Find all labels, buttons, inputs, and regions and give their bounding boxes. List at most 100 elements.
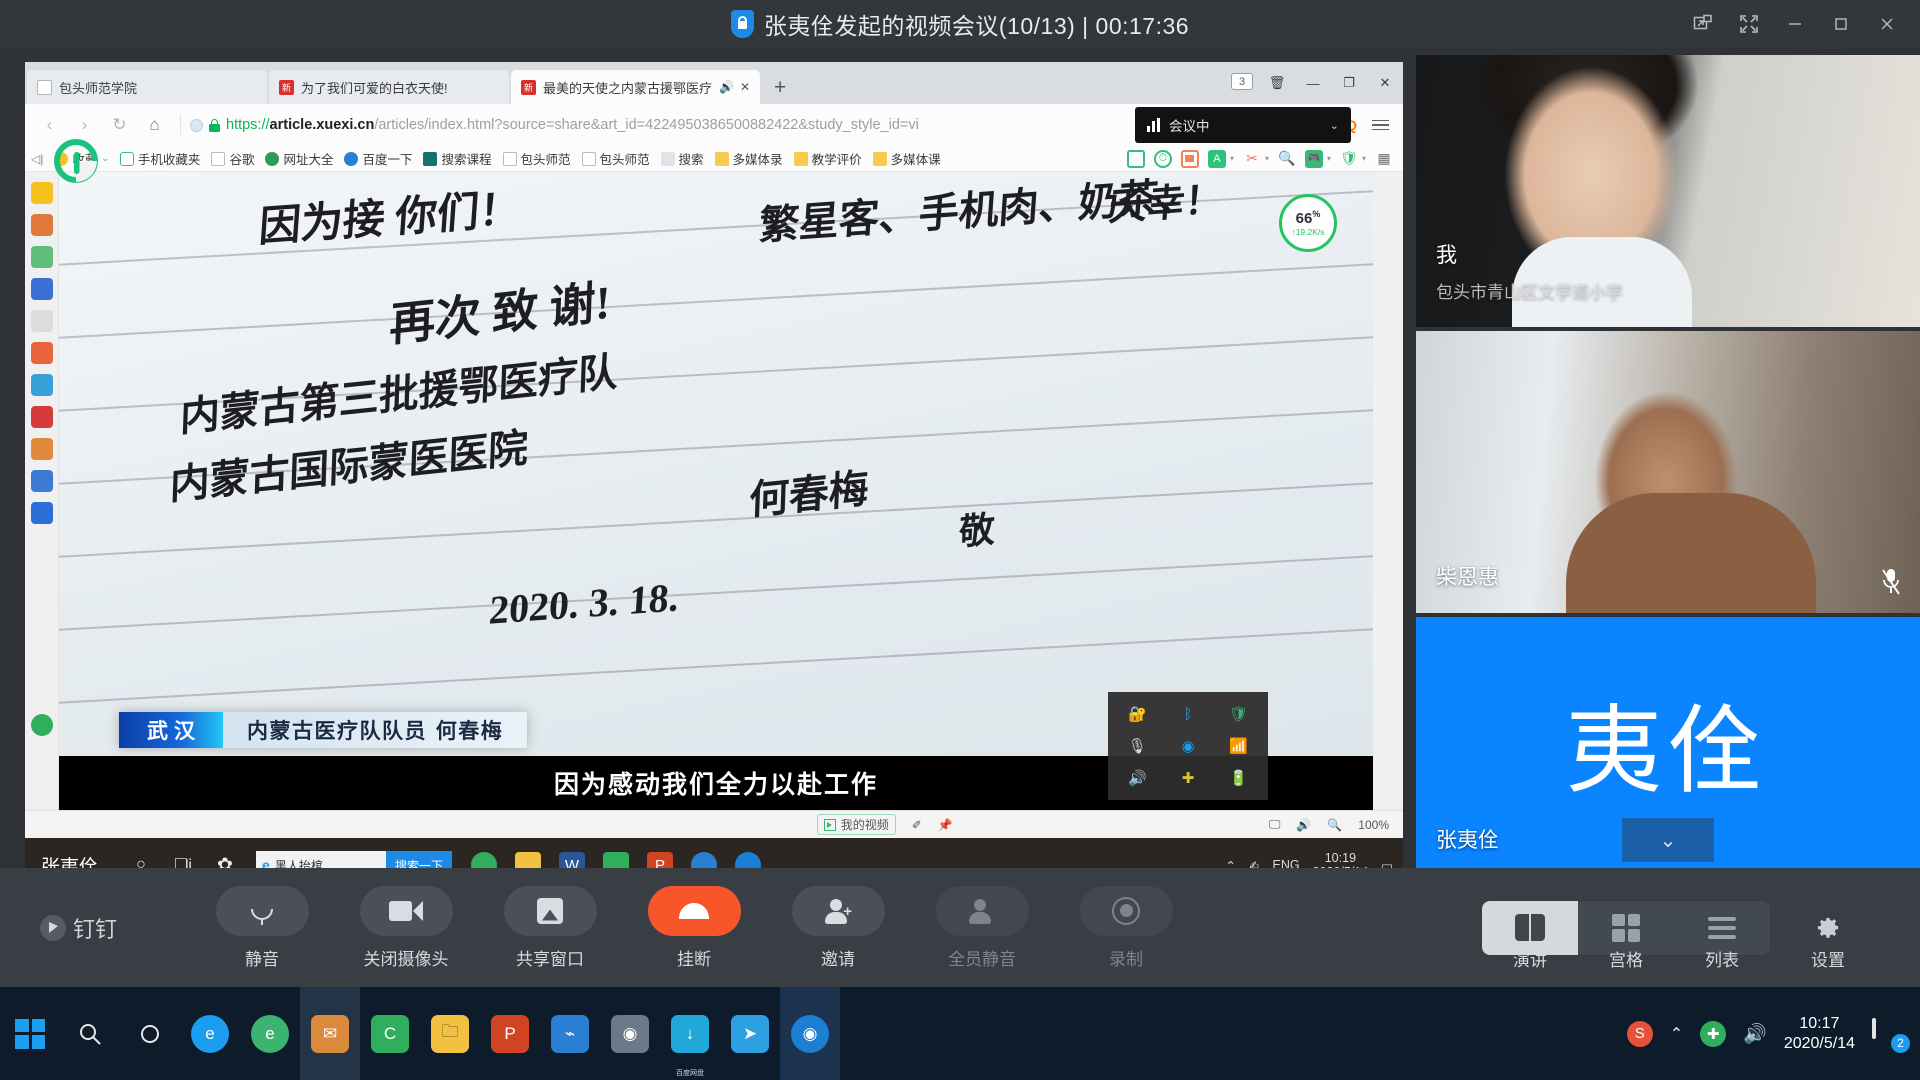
volume-icon[interactable]: 🔊 — [1128, 769, 1147, 787]
translate-icon[interactable]: A — [1207, 149, 1226, 168]
action-center-icon[interactable]: ▭ — [1381, 858, 1393, 869]
participant-tile[interactable]: 柴恩惠 — [1416, 331, 1920, 613]
shop-icon[interactable] — [30, 342, 53, 364]
browser-tab[interactable]: 为了我们可爱的白衣天使! — [269, 70, 509, 104]
tray-chevron-icon[interactable]: ⌃ — [1226, 858, 1236, 869]
tab-count-badge[interactable]: 3 — [1231, 73, 1253, 90]
volume-icon[interactable]: 🔊 — [1743, 1022, 1767, 1046]
hamburger-menu-icon[interactable] — [1365, 119, 1395, 131]
bookmark-item[interactable]: 包头师范 — [581, 149, 650, 168]
taskbar-app-explorer[interactable]: 🗀 — [420, 987, 480, 1080]
video-icon[interactable] — [30, 374, 53, 396]
page-scrollbar[interactable] — [1373, 172, 1403, 810]
bookmark-item[interactable]: 谷歌 — [211, 149, 254, 168]
chevron-down-icon[interactable]: ⌄ — [1330, 119, 1339, 132]
browser-close-icon[interactable]: ✕ — [1367, 62, 1403, 104]
task-view-icon[interactable]: ❏i — [162, 838, 204, 868]
magnifier-icon[interactable]: 🔍 — [1278, 150, 1296, 168]
windows-start-button[interactable] — [0, 987, 60, 1080]
gamepad-icon[interactable]: 🎮 — [1304, 149, 1323, 168]
browser-tab-active[interactable]: 最美的天使之内蒙古援鄂医疗 🔊 ✕ — [511, 70, 761, 104]
share-window-button[interactable]: 共享窗口 — [478, 885, 622, 970]
taskbar-app-powerpoint[interactable]: P — [480, 987, 540, 1080]
shield-green-icon[interactable]: 🛡 — [1229, 705, 1248, 723]
tv-icon[interactable] — [1180, 149, 1199, 168]
note-icon[interactable] — [1126, 149, 1145, 168]
action-center-icon[interactable]: 2 — [1872, 1017, 1910, 1053]
trash-icon[interactable]: 🗑 — [1259, 62, 1295, 104]
participant-tile[interactable]: 我 包头市青山区文学道小学 — [1416, 55, 1920, 327]
minimize-icon[interactable] — [1772, 0, 1818, 47]
invite-button[interactable]: + 邀请 — [766, 885, 910, 970]
taskbar-app-camera[interactable]: ◉ — [600, 987, 660, 1080]
sogou-ime-icon[interactable]: S — [1626, 1020, 1653, 1047]
bookmark-item[interactable]: 包头师范 — [502, 149, 571, 168]
scissors-icon[interactable]: ✂ — [1243, 150, 1261, 168]
pin-icon[interactable]: 📌 — [938, 818, 953, 832]
game-icon[interactable] — [30, 470, 53, 492]
close-icon[interactable] — [1864, 0, 1910, 47]
taskbar-app-wechat[interactable]: ✉ — [300, 987, 360, 1080]
shield-icon[interactable]: 🛡 — [1340, 150, 1358, 168]
back-button[interactable]: ‹ — [33, 110, 66, 140]
battery-icon[interactable]: 🔋 — [1229, 769, 1248, 787]
hangup-button[interactable]: 挂断 — [622, 885, 766, 970]
taskbar-app-edge[interactable]: e — [180, 987, 240, 1080]
cortana-icon[interactable]: ○ — [120, 838, 162, 868]
bookmark-folder[interactable]: 多媒体录 — [714, 149, 783, 168]
taskbar-app-netdisk[interactable]: ↓ 百度网盘 — [660, 987, 720, 1080]
taskbar-app-explorer[interactable] — [506, 838, 550, 868]
language-indicator[interactable]: ENG — [1272, 858, 1299, 868]
address-bar[interactable]: https://article.xuexi.cn/articles/index.… — [190, 117, 1246, 133]
favorites-star-icon[interactable] — [30, 182, 53, 204]
app-pinwheel-icon[interactable]: ✿ — [204, 838, 246, 869]
tab-audio-icon[interactable]: 🔊 — [719, 80, 734, 94]
tab-close-icon[interactable]: ✕ — [740, 80, 750, 94]
windows-clock[interactable]: 10:17 2020/5/14 — [1784, 1014, 1855, 1054]
more-apps-icon[interactable] — [30, 502, 53, 524]
browser-minimize-icon[interactable]: — — [1295, 62, 1331, 104]
taskbar-search-button[interactable] — [60, 987, 120, 1080]
tray-chevron-icon[interactable]: ⌃ — [1670, 1024, 1683, 1044]
taskbar-app-dingtalk[interactable] — [726, 838, 770, 868]
mute-button[interactable]: 静音 — [190, 885, 334, 970]
taskbar-app-browser-360[interactable]: e — [240, 987, 300, 1080]
apps-grid-icon[interactable]: ▦ — [1375, 150, 1393, 168]
new-tab-button[interactable]: + — [762, 76, 798, 104]
my-video-button[interactable]: 我的视频 — [816, 814, 896, 835]
fullscreen-icon[interactable] — [1726, 0, 1772, 47]
taskbar-search-button[interactable]: 搜索一下 — [386, 851, 453, 868]
chevron-down-icon[interactable]: ⌄ — [101, 153, 109, 164]
bluetooth-icon[interactable]: ᛒ — [1183, 706, 1192, 723]
picture-in-picture-icon[interactable] — [1680, 0, 1726, 47]
bookmark-item[interactable]: 百度一下 — [344, 149, 412, 168]
bookmark-folder[interactable]: 多媒体课 — [872, 149, 941, 168]
bookmark-folder[interactable]: 教学评价 — [793, 149, 862, 168]
pen-icon[interactable]: ✐ — [912, 818, 922, 832]
location-icon[interactable]: ◉ — [1181, 737, 1194, 755]
calendar-icon[interactable] — [30, 278, 53, 300]
history-icon[interactable] — [30, 214, 53, 236]
record-button[interactable]: 录制 — [1054, 885, 1198, 970]
zoom-level[interactable]: 100% — [1358, 818, 1389, 832]
lock-network-icon[interactable]: 🔐 — [1128, 705, 1147, 723]
bookmark-item[interactable]: 搜索课程 — [423, 149, 492, 168]
taskbar-app-browser[interactable] — [682, 838, 726, 868]
wifi-icon[interactable]: 📶 — [1229, 737, 1248, 755]
maximize-icon[interactable] — [1818, 0, 1864, 47]
taskbar-app-green[interactable]: C — [360, 987, 420, 1080]
taskbar-search-box[interactable]: e 黑人抬棺 搜索一下 — [256, 851, 453, 868]
camera-button[interactable]: 关闭摄像头 — [334, 885, 478, 970]
ime-icon[interactable]: ✍ — [1249, 858, 1259, 869]
inner-taskbar-clock[interactable]: 10:19 2020/5/14 — [1313, 851, 1369, 868]
bookmark-item[interactable]: 手机收藏夹 — [119, 149, 200, 168]
browser-tab[interactable]: 包头师范学院 — [27, 70, 267, 104]
taskbar-app-wechat[interactable] — [594, 838, 638, 868]
taskbar-app-dingtalk[interactable]: ◉ — [780, 987, 840, 1080]
note-icon[interactable] — [30, 310, 53, 332]
chevron-down-icon[interactable]: ⌄ — [1622, 818, 1714, 862]
site-info-icon[interactable] — [190, 118, 203, 132]
ime-icon[interactable]: ✚ — [1700, 1020, 1727, 1047]
mail-icon[interactable] — [30, 246, 53, 268]
news-icon[interactable] — [30, 406, 53, 428]
